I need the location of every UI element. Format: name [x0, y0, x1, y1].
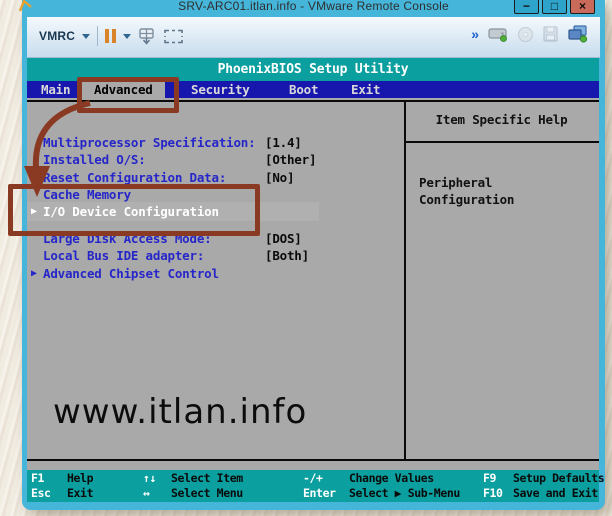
divider-bottom — [27, 459, 599, 461]
pause-menu-caret-icon[interactable] — [123, 34, 131, 39]
key-leftright-label: Select Menu — [171, 486, 243, 501]
key-enter-label: Select ▶ Sub-Menu — [349, 486, 460, 501]
cdrom-icon[interactable] — [517, 26, 534, 43]
toolbar-expand-icon[interactable]: » — [471, 27, 479, 41]
pause-icon[interactable] — [105, 29, 116, 43]
key-updown: ↑↓ — [143, 471, 171, 486]
bios-item-installed-os[interactable]: Installed O/S: [Other] — [27, 151, 404, 168]
bios-item-local-bus-ide-adapter[interactable]: Local Bus IDE adapter: [Both] — [27, 247, 404, 264]
item-value: [Other] — [265, 151, 316, 168]
tab-boot[interactable]: Boot — [289, 81, 318, 98]
key-esc-label: Exit — [67, 486, 93, 501]
help-text-line-1: Peripheral — [419, 175, 492, 190]
key-leftright: ↔ — [143, 486, 171, 501]
tab-security[interactable]: Security — [191, 81, 250, 98]
tab-exit[interactable]: Exit — [351, 81, 380, 98]
key-enter: Enter — [303, 486, 349, 501]
keybar-row-1: F1Help ↑↓Select Item -/+Change Values F9… — [31, 471, 595, 486]
keybar-row-2: EscExit ↔Select Menu EnterSelect ▶ Sub-M… — [31, 486, 595, 501]
key-f10: F10 — [483, 486, 513, 501]
key-f9-label: Setup Defaults — [513, 471, 604, 486]
key-f1-label: Help — [67, 471, 93, 486]
ctrl-alt-del-icon[interactable] — [138, 28, 157, 45]
vmrc-menu-button[interactable]: VMRC — [39, 29, 75, 43]
toolbar-separator — [97, 26, 98, 46]
tab-main[interactable]: Main — [41, 81, 70, 98]
cursor-corner-mark-icon — [19, 0, 33, 12]
key-minus-plus: -/+ — [303, 471, 349, 486]
screenshot-stage: SRV-ARC01.itlan.info - VMware Remote Con… — [0, 0, 612, 516]
watermark-text: www.itlan.info — [53, 392, 307, 432]
bios-keybar: F1Help ↑↓Select Item -/+Change Values F9… — [27, 470, 599, 502]
harddisk-icon[interactable] — [488, 26, 508, 42]
key-f1: F1 — [31, 471, 67, 486]
bios-screen: PhoenixBIOS Setup Utility Main Advanced … — [27, 58, 599, 502]
window-controls: − □ × — [514, 0, 595, 14]
help-text-line-2: Configuration — [419, 192, 514, 207]
fullscreen-icon[interactable] — [164, 29, 183, 44]
item-label: Local Bus IDE adapter: — [43, 247, 204, 264]
help-panel-title: Item Specific Help — [404, 112, 599, 127]
close-button[interactable]: × — [570, 0, 595, 14]
maximize-button[interactable]: □ — [542, 0, 567, 14]
floppy-icon[interactable] — [543, 26, 558, 42]
item-value: [DOS] — [265, 230, 302, 247]
bios-item-multiprocessor-specification[interactable]: Multiprocessor Specification: [1.4] — [27, 134, 404, 151]
item-value: [No] — [265, 169, 294, 186]
toolbar-left-group: VMRC — [39, 26, 183, 46]
key-f9: F9 — [483, 471, 513, 486]
toolbar-right-group: » — [471, 25, 588, 43]
minimize-button[interactable]: − — [514, 0, 539, 14]
vmrc-toolbar: VMRC » — [27, 17, 600, 58]
vmrc-menu-caret-icon[interactable] — [82, 34, 90, 39]
item-label: Installed O/S: — [43, 151, 146, 168]
window-titlebar[interactable]: SRV-ARC01.itlan.info - VMware Remote Con… — [22, 0, 605, 16]
annotation-box-io-device-configuration — [8, 184, 260, 236]
item-value: [Both] — [265, 247, 309, 264]
help-title-underline — [404, 141, 599, 143]
annotation-box-advanced-tab — [77, 77, 179, 113]
key-minus-plus-label: Change Values — [349, 471, 434, 486]
key-updown-label: Select Item — [171, 471, 243, 486]
help-panel-divider — [404, 102, 406, 461]
item-value: [1.4] — [265, 134, 302, 151]
key-f10-label: Save and Exit — [513, 486, 598, 501]
key-esc: Esc — [31, 486, 67, 501]
item-label: Advanced Chipset Control — [43, 265, 219, 282]
submenu-arrow-icon: ▶ — [31, 265, 37, 282]
network-display-icon[interactable] — [567, 25, 588, 43]
item-label: Multiprocessor Specification: — [43, 134, 255, 151]
bios-item-advanced-chipset-control[interactable]: ▶ Advanced Chipset Control — [27, 265, 404, 282]
